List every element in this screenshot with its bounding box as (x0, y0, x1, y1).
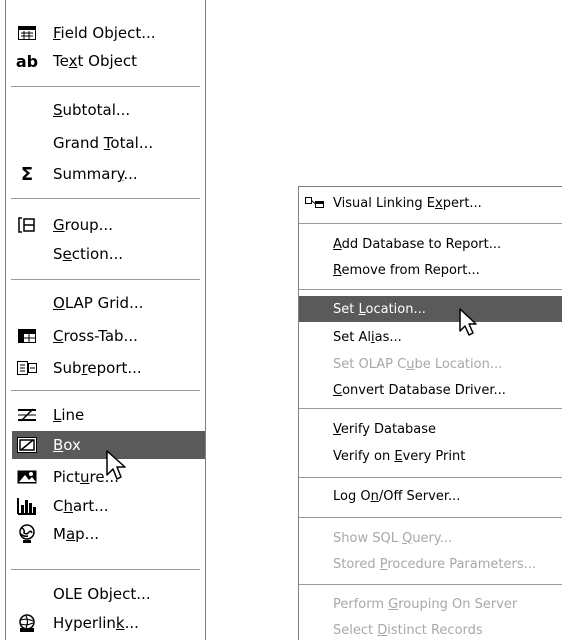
menu-item-verify-on-every-print[interactable]: Verify on Every Print (299, 443, 562, 469)
hyperlink-globe-icon (16, 613, 38, 633)
menu-item-picture[interactable]: Picture... (6, 463, 205, 491)
menu-item-label: Field Object... (53, 24, 156, 42)
menu-item-label: Chart... (53, 497, 109, 515)
menu-item-box[interactable]: Box (12, 431, 205, 459)
menu-item-label: Summary... (53, 165, 138, 183)
menu-separator (299, 517, 562, 518)
menu-item-visual-linking-expert[interactable]: Visual Linking Expert... (299, 190, 562, 216)
map-globe-icon (16, 524, 38, 544)
menu-item-label: Convert Database Driver... (333, 382, 506, 398)
menu-item-label: Picture... (53, 468, 119, 486)
group-icon (16, 215, 38, 235)
menu-item-grand-total[interactable]: Grand Total... (6, 129, 205, 157)
menu-item-label: Grand Total... (53, 134, 154, 152)
database-context-menu: Visual Linking Expert... Add Database to… (298, 186, 562, 640)
menu-item-subtotal[interactable]: Subtotal... (6, 96, 205, 124)
menu-item-perform-grouping-on-server[interactable]: Perform Grouping On Server (299, 591, 562, 617)
menu-item-label: Line (53, 406, 85, 424)
summary-sigma-icon: Σ (20, 163, 34, 185)
menu-item-field-object[interactable]: Field Object... (6, 19, 205, 47)
menu-separator (299, 223, 562, 224)
menu-item-label: Log On/Off Server... (333, 488, 461, 504)
menu-item-set-alias[interactable]: Set Alias... (299, 324, 562, 350)
menu-item-label: Set OLAP Cube Location... (333, 356, 503, 372)
menu-separator (11, 279, 200, 280)
menu-item-label: Select Distinct Records (333, 622, 483, 638)
menu-item-label: Perform Grouping On Server (333, 596, 518, 612)
menu-item-label: Set Location... (333, 301, 426, 317)
text-object-icon: ab (15, 51, 39, 71)
menu-item-label: Visual Linking Expert... (333, 195, 482, 211)
menu-item-group[interactable]: Group... (6, 211, 205, 239)
menu-item-show-sql-query[interactable]: Show SQL Query... (299, 525, 562, 551)
menu-item-label: Hyperlink... (53, 614, 139, 632)
menu-separator (299, 477, 562, 478)
menu-item-label: Subreport... (53, 359, 142, 377)
field-object-icon (16, 23, 38, 43)
chart-icon (16, 496, 38, 516)
box-icon (16, 435, 38, 455)
menu-item-label: Stored Procedure Parameters... (333, 556, 537, 572)
menu-item-label: Group... (53, 216, 113, 234)
menu-item-verify-database[interactable]: Verify Database (299, 416, 562, 442)
menu-item-hyperlink[interactable]: Hyperlink... (6, 609, 205, 637)
menu-separator (11, 569, 200, 570)
menu-item-text-object[interactable]: ab Text Object (6, 47, 205, 75)
menu-item-label: Box (53, 436, 81, 454)
menu-separator (11, 86, 200, 87)
menu-item-stored-procedure-parameters[interactable]: Stored Procedure Parameters... (299, 551, 562, 577)
menu-item-log-on-off-server[interactable]: Log On/Off Server... (299, 483, 562, 509)
menu-separator (299, 289, 562, 290)
menu-item-label: Section... (53, 245, 124, 263)
menu-item-label: Verify on Every Print (333, 448, 466, 464)
menu-item-label: Cross-Tab... (53, 327, 138, 345)
menu-item-olap-grid[interactable]: OLAP Grid... (6, 289, 205, 317)
menu-item-label: Remove from Report... (333, 262, 480, 278)
line-icon (16, 405, 38, 425)
menu-item-summary[interactable]: Σ Summary... (6, 160, 205, 188)
insert-context-menu: Field Object... ab Text Object Subtotal.… (5, 0, 206, 640)
menu-separator (11, 198, 200, 199)
menu-item-label: Map... (53, 525, 99, 543)
menu-item-label: Show SQL Query... (333, 530, 453, 546)
menu-item-map[interactable]: Map... (6, 520, 205, 548)
menu-separator (299, 584, 562, 585)
picture-icon (16, 467, 38, 487)
menu-item-label: Verify Database (333, 421, 437, 437)
menu-item-label: Text Object (53, 52, 137, 70)
menu-item-remove-from-report[interactable]: Remove from Report... (299, 257, 562, 283)
menu-item-label: Set Alias... (333, 329, 402, 345)
menu-separator (299, 408, 562, 409)
menu-item-label: Add Database to Report... (333, 236, 502, 252)
menu-item-section[interactable]: Section... (6, 240, 205, 268)
menu-item-select-distinct-records[interactable]: Select Distinct Records (299, 617, 562, 643)
menu-item-label: Subtotal... (53, 101, 131, 119)
cross-tab-icon (16, 326, 38, 346)
menu-item-subreport[interactable]: Subreport... (6, 354, 205, 382)
menu-item-convert-database-driver[interactable]: Convert Database Driver... (299, 377, 562, 403)
subreport-icon (16, 358, 38, 378)
menu-separator (11, 390, 200, 391)
menu-item-line[interactable]: Line (6, 401, 205, 429)
menu-item-add-database-to-report[interactable]: Add Database to Report... (299, 231, 562, 257)
menu-item-label: OLE Object... (53, 585, 151, 603)
menu-item-chart[interactable]: Chart... (6, 492, 205, 520)
menu-item-set-olap-cube-location[interactable]: Set OLAP Cube Location... (299, 351, 562, 377)
menu-item-label: OLAP Grid... (53, 294, 144, 312)
menu-item-cross-tab[interactable]: Cross-Tab... (6, 322, 205, 350)
visual-linking-icon (305, 193, 325, 213)
menu-item-ole-object[interactable]: OLE Object... (6, 580, 205, 608)
menu-item-set-location[interactable]: Set Location... (299, 296, 562, 322)
